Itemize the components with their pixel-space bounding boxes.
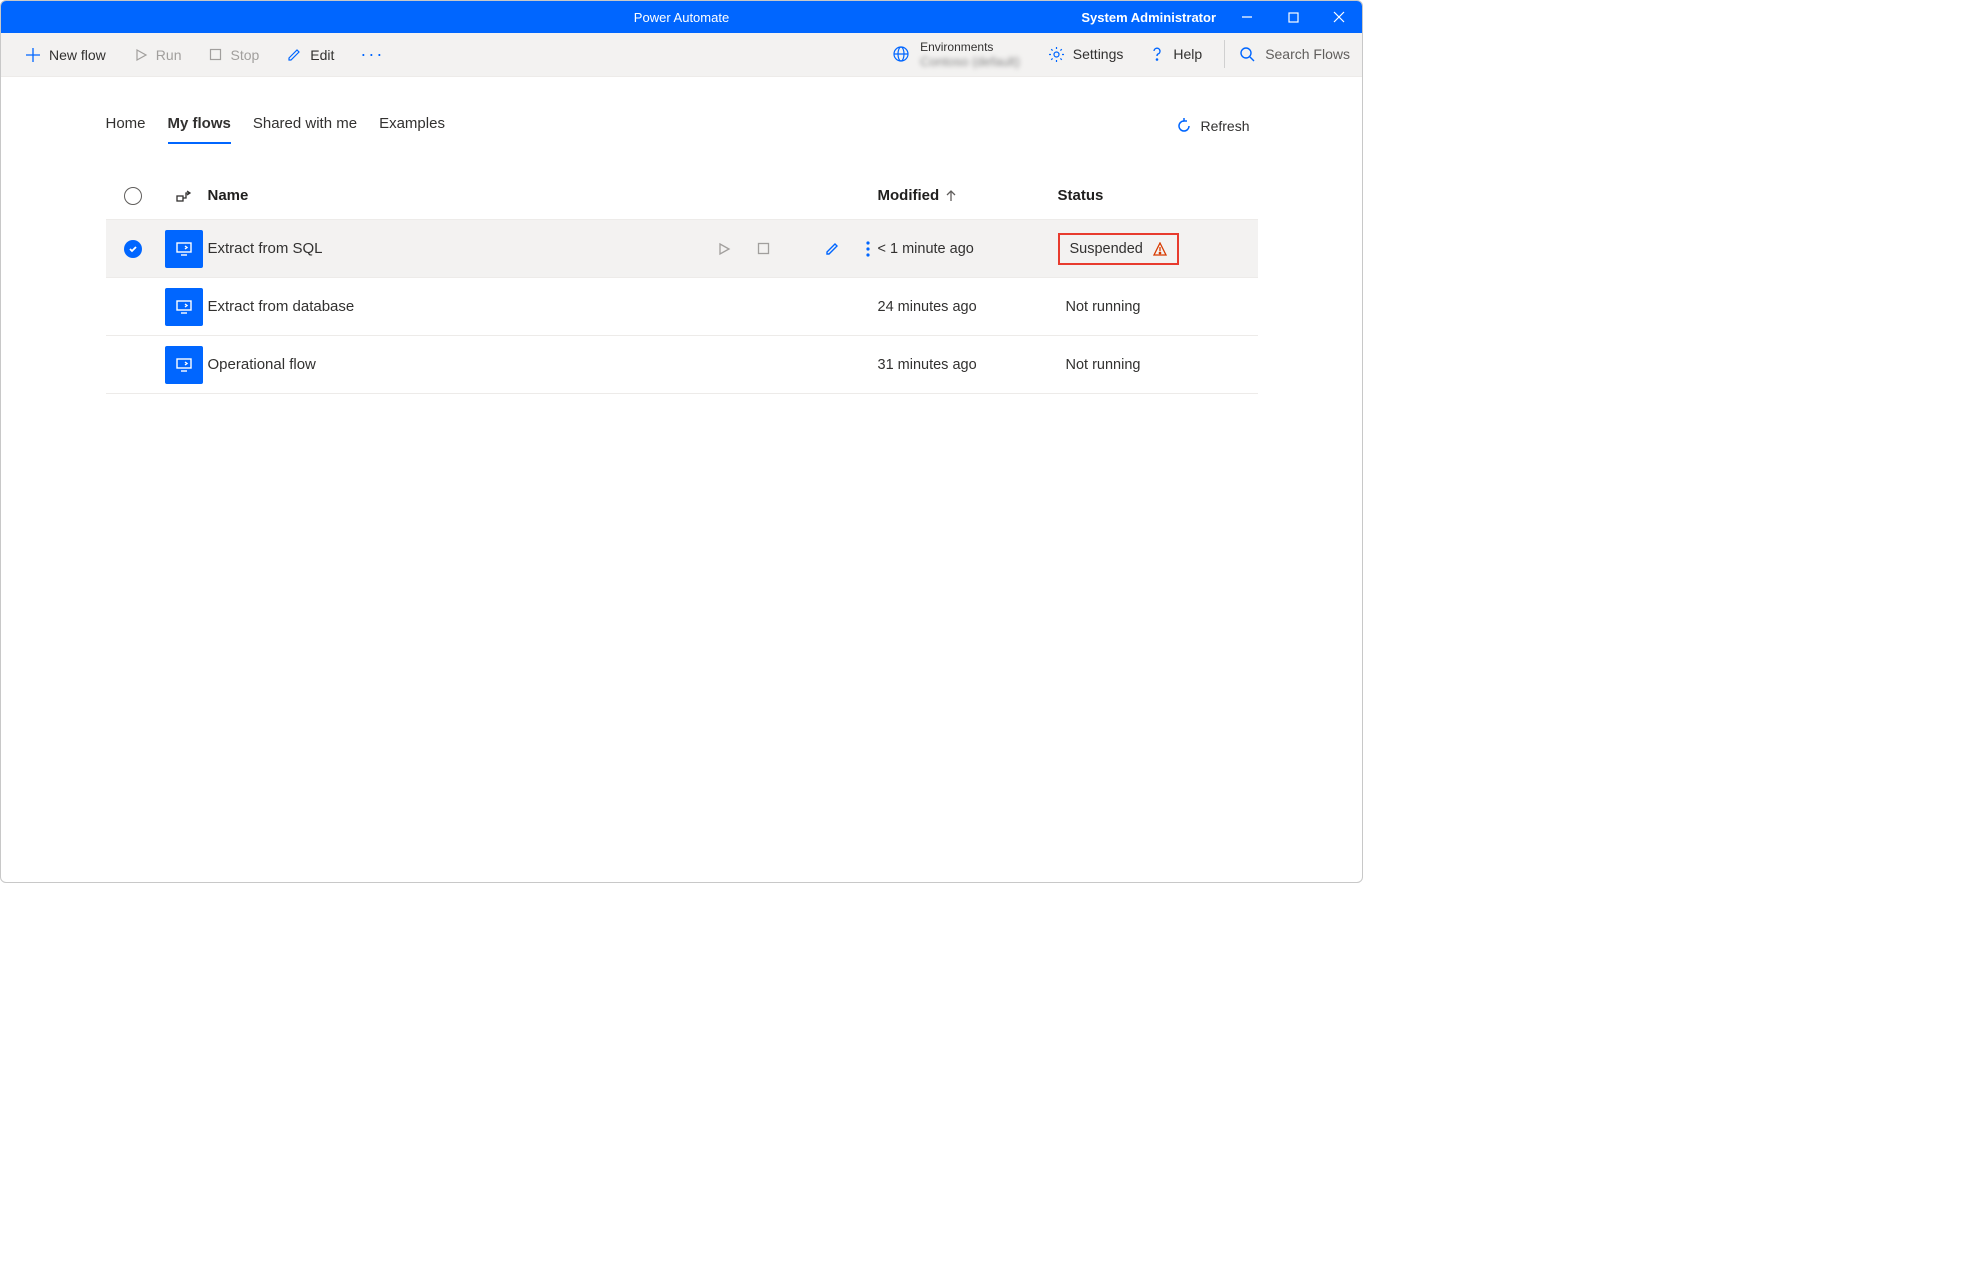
select-all-checkbox[interactable] [106,187,160,205]
edit-button[interactable]: Edit [275,41,346,69]
content-area: Home My flows Shared with me Examples Re… [1,77,1362,882]
new-flow-label: New flow [49,47,106,63]
flow-status: Not running [1066,357,1141,373]
search-icon [1239,46,1255,62]
refresh-icon [1176,118,1192,134]
row-edit-icon[interactable] [825,241,840,256]
row-checkbox[interactable] [106,240,160,258]
plus-icon [25,47,41,63]
desktop-flow-icon [165,230,203,268]
app-window: Power Automate System Administrator New … [0,0,1363,883]
run-button[interactable]: Run [122,41,194,69]
current-user: System Administrator [1081,10,1224,25]
help-label: Help [1173,46,1202,62]
tab-examples[interactable]: Examples [379,107,445,144]
desktop-flow-icon [165,288,203,326]
globe-icon [892,45,910,63]
flows-table: Name Modified Status [106,172,1258,394]
row-run-icon[interactable] [717,242,731,256]
play-icon [134,48,148,62]
close-button[interactable] [1316,1,1362,33]
app-title: Power Automate [634,10,729,25]
table-row[interactable]: Extract from database 24 minutes ago Not… [106,278,1258,336]
table-row[interactable]: Operational flow 31 minutes ago Not runn… [106,336,1258,394]
tab-home[interactable]: Home [106,107,146,144]
desktop-flow-icon [165,346,203,384]
sort-ascending-icon [945,190,957,202]
titlebar: Power Automate System Administrator [1,1,1362,33]
help-button[interactable]: Help [1137,40,1214,68]
flow-modified: 31 minutes ago [878,357,1058,373]
row-stop-icon[interactable] [757,242,770,255]
stop-label: Stop [230,47,259,63]
flow-name: Extract from database [208,298,355,315]
gear-icon [1048,46,1065,63]
status-badge: Not running [1058,353,1149,377]
status-badge: Not running [1058,295,1149,319]
checked-icon [124,240,142,258]
settings-button[interactable]: Settings [1036,40,1136,69]
pencil-icon [287,47,302,62]
environment-picker[interactable]: Environments Contoso (default) [878,40,1034,70]
environments-value: Contoso (default) [920,54,1020,70]
search-placeholder: Search Flows [1265,46,1350,62]
tab-shared-with-me[interactable]: Shared with me [253,107,357,144]
search-flows-input[interactable]: Search Flows [1224,40,1350,68]
edit-label: Edit [310,47,334,63]
warning-icon [1153,242,1167,256]
flow-modified: 24 minutes ago [878,299,1058,315]
minimize-button[interactable] [1224,1,1270,33]
flow-status: Not running [1066,299,1141,315]
settings-label: Settings [1073,46,1124,62]
column-modified[interactable]: Modified [878,187,1058,204]
run-label: Run [156,47,182,63]
refresh-button[interactable]: Refresh [1168,114,1257,138]
row-more-icon[interactable] [866,241,870,257]
column-status[interactable]: Status [1058,187,1258,204]
question-icon [1149,46,1165,62]
flow-name: Operational flow [208,356,316,373]
flow-type-icon-header [160,188,208,204]
table-row[interactable]: Extract from SQL [106,220,1258,278]
status-badge: Suspended [1058,233,1179,265]
new-flow-button[interactable]: New flow [13,41,118,69]
refresh-label: Refresh [1200,118,1249,134]
window-controls [1224,1,1362,33]
tab-my-flows[interactable]: My flows [168,107,231,144]
flow-modified: < 1 minute ago [878,241,1058,257]
maximize-button[interactable] [1270,1,1316,33]
table-header: Name Modified Status [106,172,1258,220]
stop-button[interactable]: Stop [197,41,271,69]
stop-icon [209,48,222,61]
command-bar: New flow Run Stop Edit ··· [1,33,1362,77]
column-name[interactable]: Name [208,187,678,204]
flow-status: Suspended [1070,241,1143,257]
flow-name: Extract from SQL [208,240,323,257]
tabs-row: Home My flows Shared with me Examples Re… [106,107,1258,144]
overflow-menu-button[interactable]: ··· [350,44,394,65]
environments-label: Environments [920,40,1020,54]
